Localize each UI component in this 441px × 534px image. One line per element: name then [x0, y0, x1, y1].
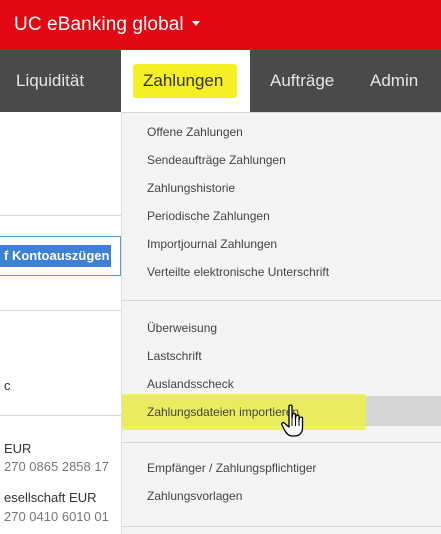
menu-item-periodische-zahlungen[interactable]: Periodische Zahlungen — [147, 209, 270, 223]
menu-item-verteilte-unterschrift[interactable]: Verteilte elektronische Unterschrift — [147, 265, 329, 279]
nav-item-auftraege[interactable]: Aufträge — [270, 50, 334, 112]
account-name[interactable]: EUR — [4, 441, 31, 456]
account-iban: 270 0410 6010 01 — [4, 509, 109, 524]
menu-item-importjournal[interactable]: Importjournal Zahlungen — [147, 237, 277, 251]
divider — [0, 215, 121, 216]
hand-pointer-icon — [281, 404, 304, 437]
menu-item-offene-zahlungen[interactable]: Offene Zahlungen — [147, 125, 243, 139]
account-row-label: c — [4, 378, 11, 393]
main-nav: Liquidität Zahlungen Aufträge Admin — [0, 50, 441, 112]
menu-item-zahlungshistorie[interactable]: Zahlungshistorie — [147, 181, 235, 195]
nav-item-admin[interactable]: Admin — [370, 50, 418, 112]
nav-item-zahlungen-label: Zahlungen — [143, 71, 224, 90]
account-name[interactable]: esellschaft EUR — [4, 490, 96, 505]
divider — [0, 310, 121, 311]
app-header: UC eBanking global — [0, 0, 441, 50]
search-selection-text: f Kontoauszügen — [0, 245, 112, 267]
menu-item-zahlungsvorlagen[interactable]: Zahlungsvorlagen — [147, 489, 242, 503]
account-iban: 270 0865 2858 17 — [4, 459, 109, 474]
app-title[interactable]: UC eBanking global — [14, 14, 184, 36]
chevron-down-icon[interactable] — [191, 20, 200, 26]
nav-item-zahlungen[interactable]: Zahlungen — [121, 50, 250, 112]
menu-divider — [122, 112, 441, 113]
zahlungen-dropdown-menu: Offene Zahlungen Sendeaufträge Zahlungen… — [121, 112, 441, 534]
menu-item-auslandsscheck[interactable]: Auslandsscheck — [147, 377, 234, 391]
divider — [0, 415, 121, 416]
menu-item-zahlungsdateien-importieren[interactable]: Zahlungsdateien importieren — [147, 405, 299, 419]
menu-item-empfaenger[interactable]: Empfänger / Zahlungspflichtiger — [147, 461, 316, 475]
search-field[interactable]: f Kontoauszügen — [0, 236, 121, 276]
menu-item-lastschrift[interactable]: Lastschrift — [147, 349, 202, 363]
menu-divider — [122, 300, 441, 301]
nav-item-liquiditaet[interactable]: Liquidität — [16, 50, 84, 112]
menu-item-ueberweisung[interactable]: Überweisung — [147, 321, 217, 335]
menu-item-sendeauftraege[interactable]: Sendeaufträge Zahlungen — [147, 153, 286, 167]
menu-divider — [122, 442, 441, 443]
background-content: f Kontoauszügen c EUR 270 0865 2858 17 e… — [0, 112, 121, 534]
menu-divider — [122, 526, 441, 527]
